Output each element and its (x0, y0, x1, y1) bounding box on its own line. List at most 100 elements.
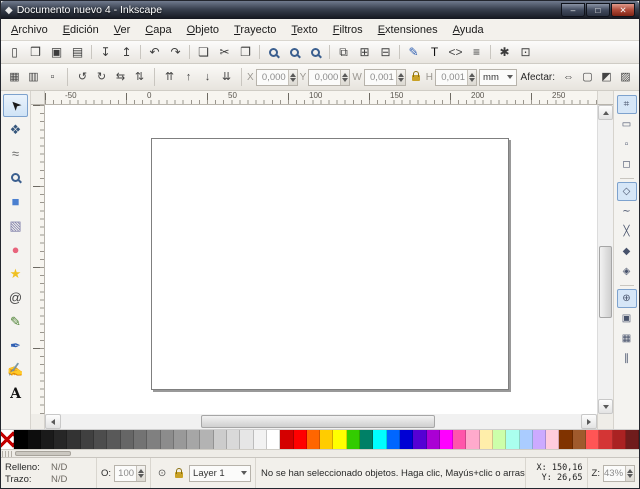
layer-dropdown[interactable]: Layer 1 (189, 465, 251, 482)
raise-to-top-button[interactable]: ⇈ (160, 68, 179, 87)
horizontal-scroll-thumb[interactable] (201, 415, 435, 428)
vertical-scrollbar[interactable] (597, 105, 613, 414)
select-all-button[interactable]: ▦ (5, 68, 24, 87)
snap-cusp-nodes-button[interactable]: ◆ (617, 242, 637, 261)
snap-centers-button[interactable]: ⊕ (617, 289, 637, 308)
ungroup-button[interactable]: ⊟ (375, 42, 396, 62)
close-button[interactable]: ✕ (611, 3, 635, 17)
palette-swatch[interactable] (214, 430, 227, 449)
vertical-scroll-thumb[interactable] (599, 246, 612, 319)
height-spinner[interactable] (467, 70, 476, 85)
palette-swatch[interactable] (506, 430, 519, 449)
fill-stroke-indicator[interactable]: Relleno: N/D Trazo: N/D (1, 458, 97, 488)
rotate-ccw-button[interactable]: ↺ (73, 68, 92, 87)
width-input[interactable]: 0,001 (364, 69, 406, 86)
rectangle-tool[interactable]: ■ (3, 190, 28, 213)
snap-bbox-button[interactable]: ▭ (617, 115, 637, 134)
text-tool[interactable]: A (3, 382, 28, 405)
snap-guides-button[interactable]: ∥ (617, 349, 637, 368)
title-bar[interactable]: ◆ Documento nuevo 4 - Inkscape – □ ✕ (1, 1, 639, 19)
palette-swatch[interactable] (546, 430, 559, 449)
palette-grip[interactable] (2, 451, 12, 457)
palette-swatch[interactable] (347, 430, 360, 449)
canvas[interactable] (45, 105, 597, 414)
units-dropdown[interactable]: mm (479, 69, 517, 86)
opacity-spinner[interactable] (136, 466, 145, 481)
star-tool[interactable]: ★ (3, 262, 28, 285)
print-button[interactable]: ▤ (67, 42, 88, 62)
palette-swatch[interactable] (14, 430, 27, 449)
zoom-spinner[interactable] (625, 466, 634, 481)
deselect-button[interactable]: ▫ (43, 68, 62, 87)
calligraphy-tool[interactable]: ✍ (3, 358, 28, 381)
snap-enable-button[interactable]: ⌗ (617, 95, 637, 114)
zoom-selection-button[interactable] (263, 42, 284, 62)
import-button[interactable]: ↧ (95, 42, 116, 62)
palette-swatch[interactable] (387, 430, 400, 449)
palette-swatch[interactable] (107, 430, 120, 449)
snap-midpoints-button[interactable]: ◈ (617, 262, 637, 281)
menu-item[interactable]: Trayecto (227, 21, 283, 39)
palette-swatch[interactable] (240, 430, 253, 449)
box3d-tool[interactable]: ▧ (3, 214, 28, 237)
y-spinner[interactable] (340, 70, 349, 85)
palette-swatch[interactable] (28, 430, 41, 449)
palette-swatch[interactable] (200, 430, 213, 449)
rotate-cw-button[interactable]: ↻ (92, 68, 111, 87)
palette-swatch[interactable] (373, 430, 386, 449)
layer-visibility-toggle[interactable]: ⊙ (155, 466, 169, 480)
palette-swatch[interactable] (427, 430, 440, 449)
palette-scrollbar[interactable] (1, 449, 639, 457)
select-all-layers-button[interactable]: ▥ (24, 68, 43, 87)
tweak-tool[interactable]: ≈ (3, 142, 28, 165)
width-spinner[interactable] (396, 70, 405, 85)
snap-intersections-button[interactable]: ╳ (617, 222, 637, 241)
menu-item[interactable]: Texto (284, 21, 324, 39)
horizontal-ruler[interactable]: -50050100150200250 (45, 91, 597, 105)
snap-paths-button[interactable]: ∼ (617, 202, 637, 221)
palette-swatch[interactable] (280, 430, 293, 449)
flip-horizontal-button[interactable]: ⇆ (111, 68, 130, 87)
palette-swatch[interactable] (121, 430, 134, 449)
palette-swatch[interactable] (599, 430, 612, 449)
palette-swatch[interactable] (320, 430, 333, 449)
new-document-button[interactable]: ▯ (4, 42, 25, 62)
palette-swatch[interactable] (161, 430, 174, 449)
affect-corners-button[interactable]: ▢ (578, 68, 597, 87)
palette-swatch[interactable] (453, 430, 466, 449)
cut-button[interactable]: ✂ (214, 42, 235, 62)
pen-tool[interactable]: ✒ (3, 334, 28, 357)
menu-item[interactable]: Ayuda (446, 21, 491, 39)
export-button[interactable]: ↥ (116, 42, 137, 62)
palette-swatch[interactable] (187, 430, 200, 449)
text-dialog-button[interactable]: T (424, 42, 445, 62)
vertical-scroll-track[interactable] (598, 120, 613, 399)
menu-item[interactable]: Filtros (326, 21, 370, 39)
lower-button[interactable]: ↓ (198, 68, 217, 87)
palette-swatch[interactable] (413, 430, 426, 449)
palette-swatch[interactable] (480, 430, 493, 449)
palette-swatch[interactable] (134, 430, 147, 449)
affect-gradients-button[interactable]: ◩ (597, 68, 616, 87)
node-tool[interactable]: ❖ (3, 118, 28, 141)
undo-button[interactable]: ↶ (144, 42, 165, 62)
palette-swatch[interactable] (294, 430, 307, 449)
y-input[interactable]: 0,000 (308, 69, 350, 86)
palette-swatch[interactable] (573, 430, 586, 449)
flip-vertical-button[interactable]: ⇅ (130, 68, 149, 87)
preferences-button[interactable]: ✱ (494, 42, 515, 62)
lock-ratio-toggle[interactable] (408, 68, 424, 86)
menu-item[interactable]: Edición (56, 21, 106, 39)
palette-swatch[interactable] (613, 430, 626, 449)
affect-scale-stroke-button[interactable]: ⇔ (559, 68, 578, 87)
maximize-button[interactable]: □ (586, 3, 610, 17)
snap-bbox-corners-button[interactable]: ◻ (617, 155, 637, 174)
palette-swatch[interactable] (267, 430, 280, 449)
save-button[interactable]: ▣ (46, 42, 67, 62)
horizontal-scrollbar[interactable] (45, 414, 597, 429)
xml-editor-button[interactable]: <> (445, 42, 466, 62)
snap-nodes-button[interactable]: ◇ (617, 182, 637, 201)
palette-swatch[interactable] (254, 430, 267, 449)
palette-swatch[interactable] (400, 430, 413, 449)
spiral-tool[interactable]: @ (3, 286, 28, 309)
